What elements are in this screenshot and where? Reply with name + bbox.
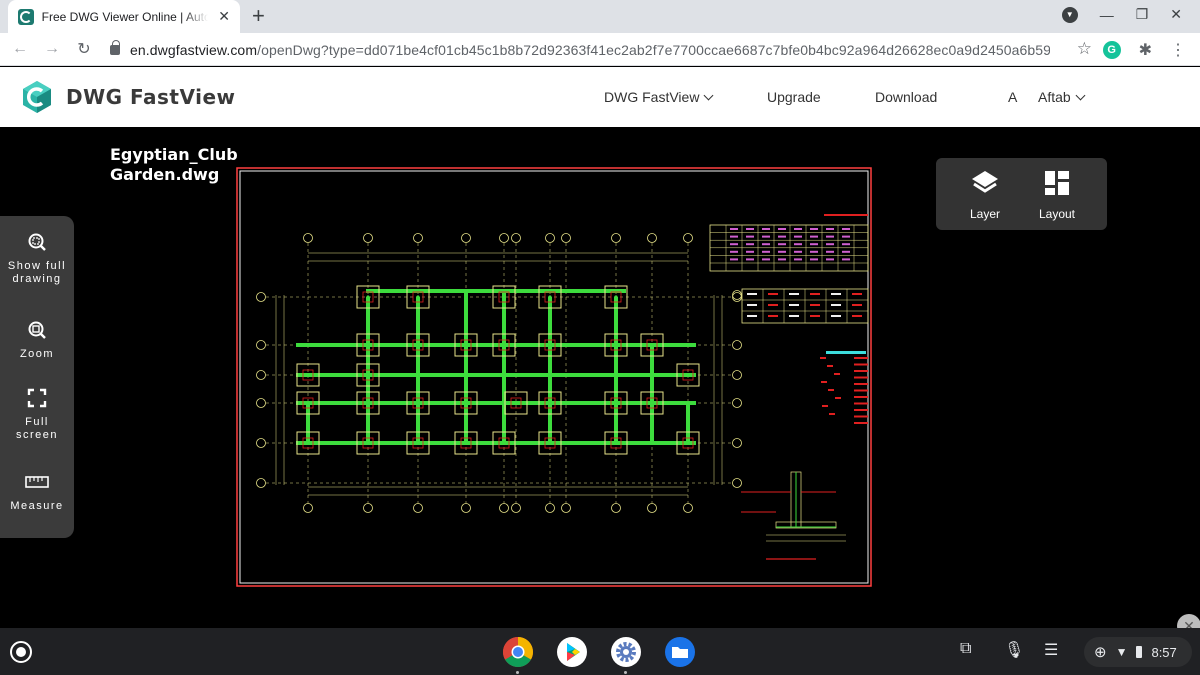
app-running-indicator bbox=[624, 671, 627, 674]
menu-download[interactable]: Download bbox=[875, 89, 937, 105]
layout-grid-icon bbox=[1045, 171, 1069, 195]
minimize-icon[interactable]: — bbox=[1100, 7, 1114, 23]
dwg-fastview-logo-icon bbox=[23, 81, 51, 113]
forward-arrow-icon[interactable]: → bbox=[36, 40, 68, 58]
dwg-viewer-canvas[interactable]: Egyptian_Club Garden.dwg Show full drawi… bbox=[0, 127, 1200, 638]
site-favicon-icon bbox=[18, 8, 34, 25]
general-notes bbox=[820, 214, 868, 424]
extensions-puzzle-icon[interactable]: ✱ bbox=[1139, 40, 1152, 60]
layers-icon bbox=[972, 171, 998, 193]
battery-icon bbox=[1136, 646, 1143, 658]
user-name: Aftab bbox=[1038, 89, 1071, 105]
show-full-drawing-label: Show full drawing bbox=[7, 260, 67, 285]
os-shelf: ⧉ 🎙 ☰ ⊕ ▼ 8:57 bbox=[0, 628, 1200, 675]
file-name-line-1: Egyptian_Club bbox=[110, 145, 238, 164]
zoom-extents-icon bbox=[28, 233, 46, 251]
lock-icon[interactable] bbox=[110, 39, 120, 55]
url-text: en.dwgfastview.com/openDwg?type=dd071be4… bbox=[130, 42, 1050, 58]
menu-dwg-fastview-label: DWG FastView bbox=[604, 89, 700, 105]
window-controls: ▼ — ❐ ✕ bbox=[1061, 6, 1182, 23]
layout-label: Layout bbox=[1038, 207, 1076, 221]
full-screen-label: Full screen bbox=[15, 416, 59, 441]
show-full-drawing-button[interactable]: Show full drawing bbox=[0, 232, 74, 286]
layout-button[interactable]: Layout bbox=[1022, 168, 1092, 221]
chevron-down-icon bbox=[1075, 90, 1086, 101]
microphone-icon[interactable]: 🎙 bbox=[1004, 640, 1024, 660]
cad-drawing[interactable] bbox=[236, 167, 872, 587]
viewer-tools-sidebar: Show full drawing Zoom Full screen Measu… bbox=[0, 216, 74, 538]
ruler-icon bbox=[25, 476, 49, 488]
measure-button[interactable]: Measure bbox=[0, 472, 74, 513]
font-toggle[interactable]: A bbox=[1008, 89, 1017, 105]
grammarly-extension-icon[interactable]: G bbox=[1102, 41, 1121, 59]
settings-app-icon[interactable] bbox=[610, 636, 642, 668]
layer-label: Layer bbox=[969, 207, 1001, 221]
tab-search-icon[interactable]: ▼ bbox=[1061, 6, 1078, 23]
viewer-options-panel: Layer Layout bbox=[936, 158, 1107, 230]
close-window-icon[interactable]: ✕ bbox=[1170, 6, 1182, 23]
chevron-down-icon bbox=[703, 90, 714, 101]
address-bar[interactable]: en.dwgfastview.com/openDwg?type=dd071be4… bbox=[110, 37, 1092, 62]
zoom-label: Zoom bbox=[19, 348, 55, 360]
wifi-icon: ▼ bbox=[1115, 645, 1128, 659]
extensions-area: G ✱ ⋮ bbox=[1102, 40, 1186, 60]
schedule-table-small bbox=[732, 288, 869, 324]
chrome-app-icon[interactable] bbox=[502, 636, 534, 668]
restore-icon[interactable]: ❐ bbox=[1136, 6, 1149, 23]
back-arrow-icon[interactable]: ← bbox=[4, 40, 36, 58]
add-circle-icon: ⊕ bbox=[1094, 644, 1107, 661]
browser-menu-icon[interactable]: ⋮ bbox=[1170, 40, 1186, 60]
browser-tab-strip: Free DWG Viewer Online | Autocad ✕ + ▼ —… bbox=[0, 0, 1200, 33]
full-screen-icon bbox=[27, 388, 47, 408]
schedule-table-top bbox=[709, 224, 869, 272]
reload-icon[interactable]: ↻ bbox=[68, 39, 100, 59]
new-tab-button[interactable]: + bbox=[252, 4, 265, 28]
launcher-icon[interactable] bbox=[10, 641, 32, 663]
measure-label: Measure bbox=[10, 500, 64, 512]
bookmark-star-icon[interactable]: ☆ bbox=[1077, 39, 1092, 59]
menu-upgrade[interactable]: Upgrade bbox=[767, 89, 821, 105]
browser-tab[interactable]: Free DWG Viewer Online | Autocad ✕ bbox=[8, 0, 240, 33]
app-running-indicator bbox=[516, 671, 519, 674]
status-tray[interactable]: ⊕ ▼ 8:57 bbox=[1084, 637, 1192, 667]
footing-detail bbox=[741, 471, 846, 560]
zoom-icon bbox=[28, 321, 46, 339]
url-path: /openDwg?type=dd071be4cf01cb45c1b8b72d92… bbox=[257, 41, 1050, 58]
site-header: DWG FastView DWG FastView Upgrade Downlo… bbox=[0, 67, 1200, 127]
logo-text: DWG FastView bbox=[66, 85, 236, 109]
media-controls-icon[interactable]: ☰ bbox=[1044, 640, 1058, 660]
menu-dwg-fastview[interactable]: DWG FastView bbox=[604, 89, 714, 105]
layer-button[interactable]: Layer bbox=[950, 168, 1020, 221]
site-logo[interactable]: DWG FastView bbox=[20, 80, 236, 114]
browser-toolbar: ← → ↻ en.dwgfastview.com/openDwg?type=dd… bbox=[0, 33, 1200, 66]
files-app-icon[interactable] bbox=[664, 636, 696, 668]
play-store-app-icon[interactable] bbox=[556, 636, 588, 668]
url-host: en.dwgfastview.com bbox=[130, 41, 258, 58]
zoom-button[interactable]: Zoom bbox=[0, 320, 74, 361]
foundation-plan bbox=[256, 233, 742, 513]
tab-title: Free DWG Viewer Online | Autocad bbox=[41, 9, 209, 24]
tab-close-icon[interactable]: ✕ bbox=[218, 8, 230, 25]
full-screen-button[interactable]: Full screen bbox=[0, 388, 74, 442]
user-menu[interactable]: Aftab bbox=[1038, 89, 1086, 105]
clock-time: 8:57 bbox=[1151, 644, 1177, 660]
screen-capture-icon[interactable]: ⧉ bbox=[960, 640, 971, 658]
